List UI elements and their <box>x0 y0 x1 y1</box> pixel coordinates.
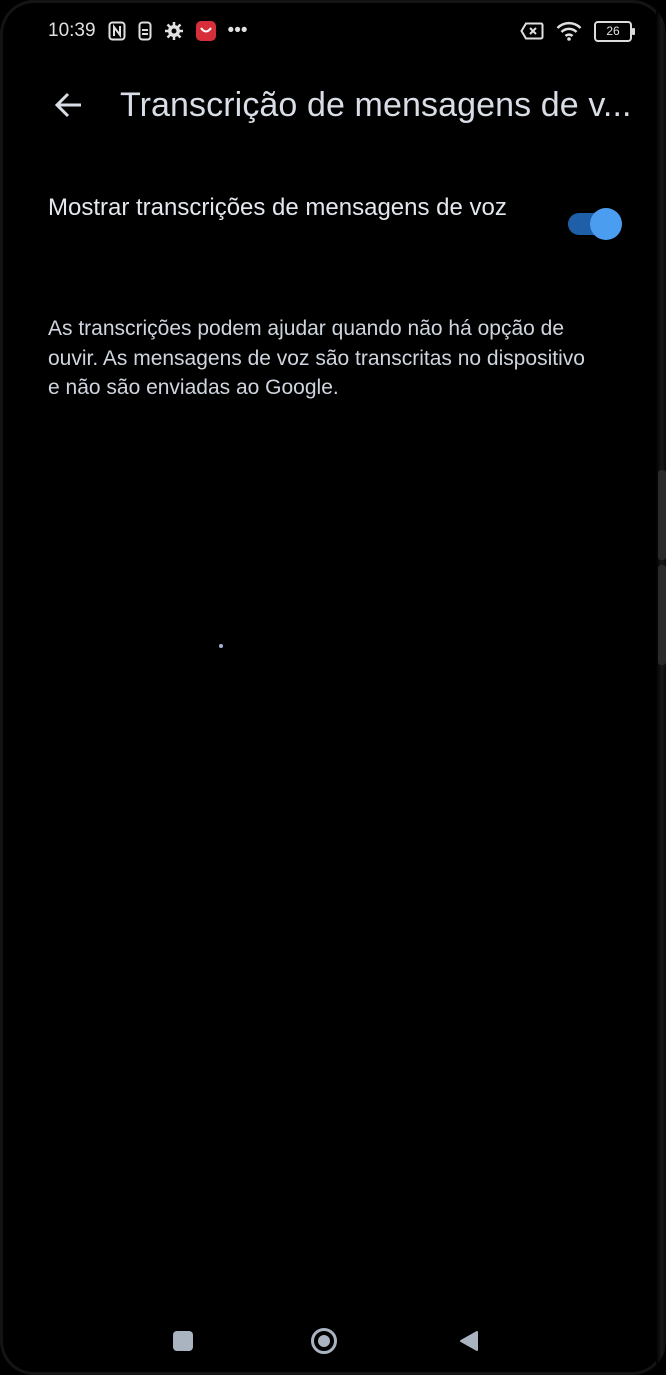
navigation-bar <box>0 1310 666 1366</box>
settings-icon <box>164 21 184 41</box>
sim-off-icon <box>520 22 544 40</box>
home-button[interactable] <box>301 1318 347 1364</box>
volume-button <box>658 470 666 560</box>
power-button <box>658 565 666 665</box>
nav-back-button[interactable] <box>446 1318 492 1364</box>
device-edge <box>656 0 666 1375</box>
setting-label: Mostrar transcrições de mensagens de voz <box>48 194 507 221</box>
show-transcriptions-setting[interactable]: Mostrar transcrições de mensagens de voz <box>38 178 642 266</box>
status-time: 10:39 <box>48 20 96 41</box>
recents-icon <box>173 1331 193 1351</box>
recents-button[interactable] <box>160 1318 206 1364</box>
show-transcriptions-switch[interactable] <box>568 208 622 240</box>
battery-level: 26 <box>606 24 620 38</box>
battery-icon: 26 <box>594 20 635 42</box>
triangle-back-icon <box>460 1331 478 1351</box>
nfc-icon <box>108 21 126 41</box>
back-button[interactable] <box>50 80 88 130</box>
status-right: 26 <box>520 20 635 42</box>
home-icon <box>311 1328 337 1354</box>
home-icon-dot <box>318 1335 330 1347</box>
app-bar: Transcrição de mensagens de v... <box>0 78 666 138</box>
arrow-back-icon <box>54 92 81 118</box>
setting-description: As transcrições podem ajudar quando não … <box>48 317 585 399</box>
more-dots-icon: ••• <box>227 20 248 41</box>
wifi-icon <box>556 21 582 41</box>
status-left: 10:39 ••• <box>48 20 248 42</box>
page-title: Transcrição de mensagens de v... <box>120 86 632 124</box>
app-notification-icon <box>195 21 216 41</box>
phone-screen: 10:39 ••• 26 Transcrição de mensagens de… <box>0 0 666 1375</box>
screen-speck <box>219 644 223 648</box>
switch-thumb <box>590 208 622 240</box>
status-bar: 10:39 ••• 26 <box>48 14 635 48</box>
data-saver-icon <box>138 21 152 41</box>
